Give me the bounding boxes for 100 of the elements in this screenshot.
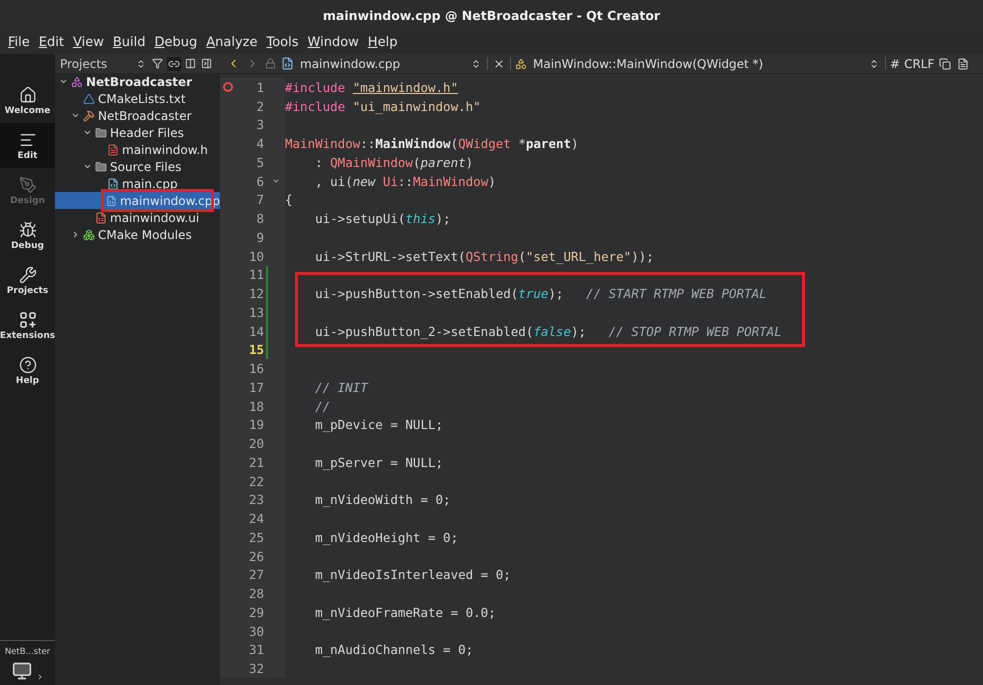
folder-icon	[95, 160, 107, 172]
bug-icon	[18, 220, 36, 238]
line-number: 5	[256, 154, 264, 170]
menu-item[interactable]: File	[4, 34, 34, 50]
lock-button[interactable]	[264, 57, 277, 70]
tree-item[interactable]: Header Files	[55, 124, 220, 141]
line-number: 1	[256, 80, 264, 95]
panel-close-icon	[201, 58, 212, 69]
code-line: m_pDevice = NULL;	[314, 417, 444, 432]
menu-item[interactable]: Window	[304, 34, 363, 50]
source-file-icon	[281, 57, 294, 70]
line-number: 13	[248, 304, 264, 320]
code-line: //	[314, 398, 330, 414]
tree-item-label: mainwindow.ui	[110, 210, 200, 224]
up-down-icon	[869, 58, 879, 68]
code-line: #include "ui_mainwindow.h"	[285, 98, 481, 114]
tree-item[interactable]: CMakeLists.txt	[55, 90, 220, 107]
line-number: 7	[256, 192, 264, 208]
tree-item[interactable]: mainwindow.ui	[55, 209, 220, 226]
line-number: 20	[248, 436, 264, 452]
code-line: m_nVideoWidth = 0;	[314, 492, 451, 508]
tree-item[interactable]: NetBroadcaster	[55, 73, 220, 90]
mode-button[interactable]: Help	[0, 348, 55, 393]
document-button[interactable]	[956, 56, 970, 70]
source-file-icon	[106, 194, 117, 206]
mode-button[interactable]: Debug	[0, 213, 55, 258]
code-line: m_nVideoIsInterleaved = 0;	[314, 567, 511, 582]
code-line: m_pServer = NULL;	[314, 454, 444, 470]
header-file-icon	[107, 144, 119, 156]
line-number: 3	[256, 117, 264, 132]
line-number: 4	[256, 136, 264, 152]
kit-label: NetB...ster	[4, 647, 50, 657]
line-number: 25	[248, 530, 264, 545]
document-icon	[957, 58, 970, 70]
file-selector[interactable]: mainwindow.cpp	[298, 56, 483, 70]
tree-item[interactable]: Source Files	[55, 158, 220, 175]
menu-item[interactable]: Analyze	[202, 34, 262, 50]
line-number: 15	[248, 342, 264, 358]
window-title: mainwindow.cpp @ NetBroadcaster - Qt Creator	[322, 8, 660, 22]
menu-item[interactable]: Edit	[34, 34, 68, 50]
up-down-icon	[136, 58, 146, 68]
lock-icon	[265, 58, 276, 69]
line-number: 19	[248, 417, 264, 432]
line-number: 6	[256, 174, 264, 189]
line-number: 10	[248, 248, 264, 264]
code-line: , ui(new Ui::MainWindow)	[314, 174, 496, 189]
line-number: 28	[248, 586, 264, 602]
filter-button[interactable]	[151, 57, 164, 70]
link-button[interactable]	[167, 56, 181, 70]
line-number: 9	[256, 230, 264, 245]
line-ending-label[interactable]: CRLF	[904, 56, 934, 70]
line-number: 12	[248, 286, 264, 302]
tree-item[interactable]: NetBroadcaster	[55, 107, 220, 124]
menu-item[interactable]: View	[68, 34, 108, 50]
menu-item[interactable]: Build	[108, 34, 150, 50]
line-number: 23	[248, 492, 264, 508]
tree-item[interactable]: mainwindow.h	[55, 141, 220, 158]
line-number: 17	[248, 380, 264, 395]
tree-item-label: NetBroadcaster	[98, 108, 192, 122]
line-number: 21	[248, 454, 264, 470]
line-number: 11	[248, 267, 264, 282]
close-panel-button[interactable]	[200, 57, 213, 70]
home-icon	[18, 86, 36, 104]
code-line: ui->setupUi(this);	[314, 211, 451, 226]
tree-item-label: CMakeLists.txt	[98, 92, 186, 106]
form-file-icon	[95, 212, 107, 224]
mode-button[interactable]: Edit	[0, 123, 55, 168]
line-number: 27	[248, 567, 264, 582]
code-line: ui->pushButton->setEnabled(true); // START RTMP WEB PORTAL	[314, 286, 767, 302]
tree-item-label: main.cpp	[122, 176, 178, 190]
line-number: 2	[256, 98, 264, 114]
symbol-selector[interactable]: MainWindow::MainWindow(QWidget *)	[531, 56, 881, 70]
code-line: : QMainWindow(parent)	[314, 154, 474, 170]
filter-icon	[152, 58, 163, 69]
tree-item-label: Header Files	[110, 126, 184, 140]
code-line: ui->StrURL->setText(QString("set_URL_here"));	[314, 248, 654, 264]
mode-button[interactable]: Welcome	[0, 78, 55, 123]
tree-item[interactable]: CMake Modules	[55, 226, 220, 243]
help-icon	[18, 356, 36, 374]
line-number: 14	[248, 324, 264, 339]
wrench-icon	[18, 266, 36, 284]
hash-label[interactable]: #	[890, 56, 900, 70]
code-line: // INIT	[314, 380, 368, 395]
line-number: 18	[248, 398, 264, 414]
breakpoint-icon[interactable]	[223, 82, 233, 92]
mode-button[interactable]: Projects	[0, 258, 55, 303]
code-line: {	[285, 192, 293, 208]
up-down-icon	[471, 58, 481, 68]
tree-item-label: CMake Modules	[98, 228, 192, 242]
line-number: 26	[248, 548, 264, 564]
view-selector[interactable]: Projects	[58, 56, 148, 70]
tree-item[interactable]: main.cpp	[55, 175, 220, 192]
monitor-icon[interactable]	[12, 661, 32, 681]
menu-item[interactable]: Tools	[262, 34, 303, 50]
menu-item[interactable]: Help	[364, 34, 402, 50]
extensions-icon	[18, 310, 36, 328]
line-number: 30	[248, 624, 264, 639]
mode-button[interactable]: Extensions	[0, 303, 55, 348]
hammer-icon	[83, 110, 95, 122]
menu-item[interactable]: Debug	[150, 34, 202, 50]
